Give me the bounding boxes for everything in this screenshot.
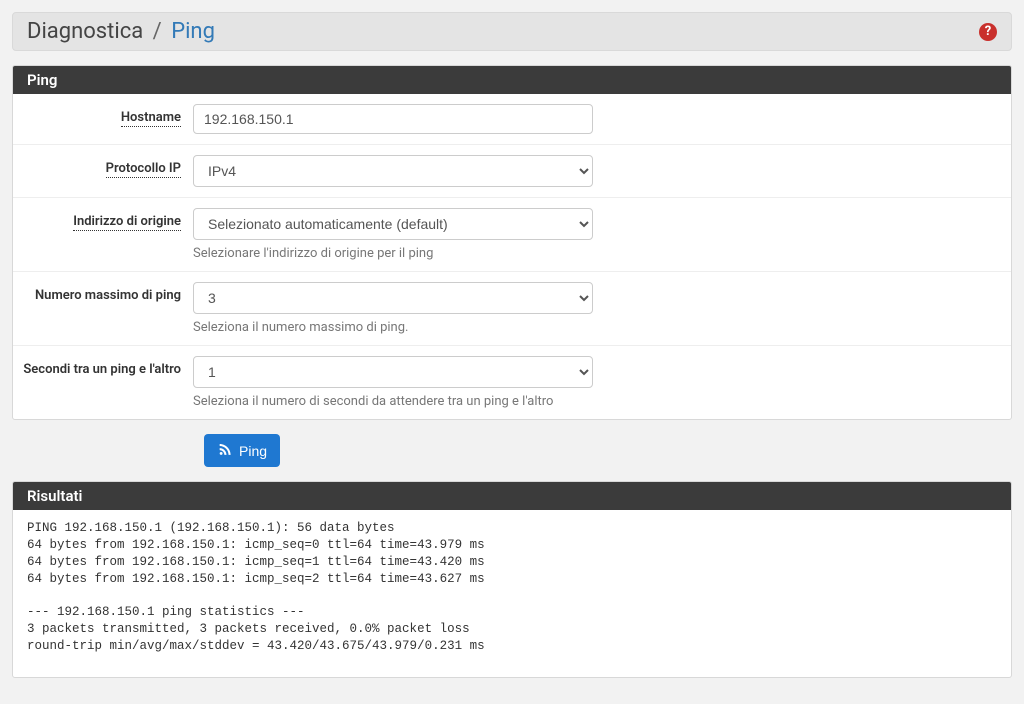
source-select[interactable]: Selezionato automaticamente (default) [193,208,593,240]
source-field-wrap: Selezionato automaticamente (default) Se… [193,208,593,261]
form-row-hostname: Hostname [13,94,1011,145]
results-panel-title: Risultati [13,482,1011,510]
form-row-interval: Secondi tra un ping e l'altro 1 Selezion… [13,346,1011,419]
maxping-label: Numero massimo di ping [35,288,181,303]
ping-panel: Ping Hostname Protocollo IP IPv4 Indiriz… [12,65,1012,420]
protocol-select[interactable]: IPv4 [193,155,593,187]
breadcrumb-current: Ping [171,19,215,44]
source-help: Selezionare l'indirizzo di origine per i… [193,246,593,261]
protocol-label-wrap: Protocollo IP [13,155,193,176]
form-row-maxping: Numero massimo di ping 3 Seleziona il nu… [13,272,1011,346]
interval-field-wrap: 1 Seleziona il numero di secondi da atte… [193,356,593,409]
form-row-source: Indirizzo di origine Selezionato automat… [13,198,1011,272]
maxping-select[interactable]: 3 [193,282,593,314]
source-label: Indirizzo di origine [73,214,181,231]
maxping-label-wrap: Numero massimo di ping [13,282,193,303]
breadcrumb-separator: / [153,19,162,44]
ping-button-label: Ping [239,443,267,459]
ping-button[interactable]: Ping [204,434,280,467]
breadcrumb-parent: Diagnostica [27,19,143,44]
ping-button-row: Ping [204,434,1012,467]
interval-select[interactable]: 1 [193,356,593,388]
help-icon[interactable]: ? [979,23,997,41]
hostname-field-wrap [193,104,593,134]
results-output: PING 192.168.150.1 (192.168.150.1): 56 d… [13,510,1011,677]
rss-icon [217,441,233,460]
protocol-field-wrap: IPv4 [193,155,593,187]
source-label-wrap: Indirizzo di origine [13,208,193,229]
ping-panel-title: Ping [13,66,1011,94]
protocol-label: Protocollo IP [106,161,181,178]
hostname-input[interactable] [193,104,593,134]
hostname-label-wrap: Hostname [13,104,193,125]
hostname-label: Hostname [121,110,181,127]
interval-label: Secondi tra un ping e l'altro [23,362,181,377]
interval-help: Seleziona il numero di secondi da attend… [193,394,593,409]
results-panel: Risultati PING 192.168.150.1 (192.168.15… [12,481,1012,678]
maxping-field-wrap: 3 Seleziona il numero massimo di ping. [193,282,593,335]
breadcrumb: Diagnostica / Ping [27,19,215,44]
interval-label-wrap: Secondi tra un ping e l'altro [13,356,193,377]
page-header: Diagnostica / Ping ? [12,12,1012,51]
maxping-help: Seleziona il numero massimo di ping. [193,320,593,335]
form-row-protocol: Protocollo IP IPv4 [13,145,1011,198]
